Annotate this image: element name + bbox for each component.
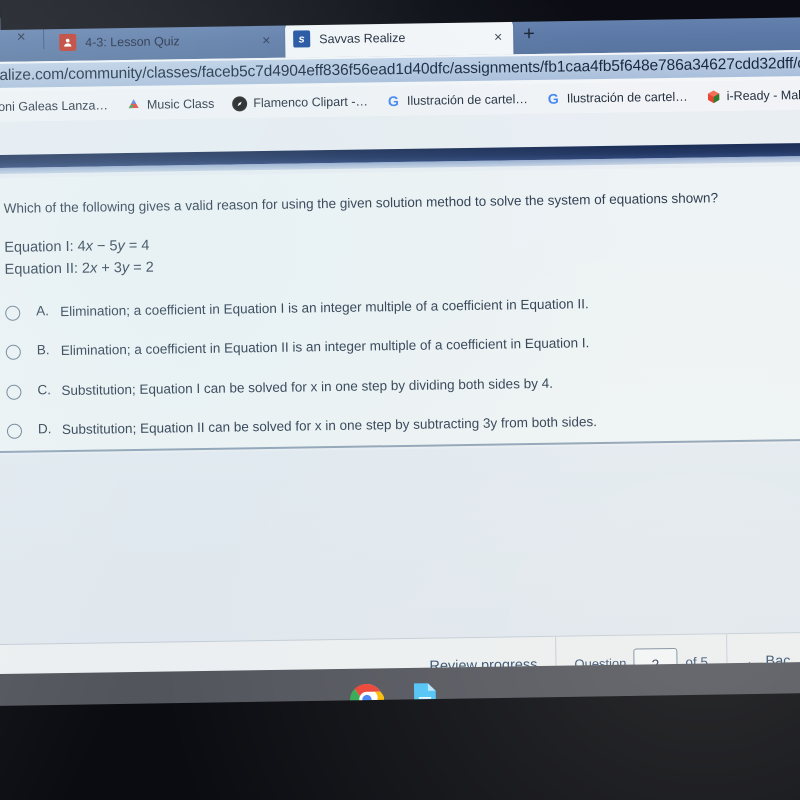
google-g-icon: G: [387, 93, 399, 110]
answer-choice-c[interactable]: C. Substitution; Equation I can be solve…: [6, 371, 774, 400]
answer-choice-a[interactable]: A. Elimination; a coefficient in Equatio…: [5, 292, 773, 321]
answer-choice-b[interactable]: B. Elimination; a coefficient in Equatio…: [5, 332, 774, 361]
choice-text: Elimination; a coefficient in Equation I…: [60, 295, 589, 319]
savvas-realize-page: Which of the following gives a valid rea…: [0, 109, 800, 719]
bookmark-item[interactable]: i-Ready - Make a Te…: [697, 87, 800, 104]
close-icon[interactable]: ×: [259, 31, 273, 47]
choice-letter: B.: [36, 342, 50, 358]
bookmark-label: Music Class: [146, 96, 215, 112]
radio-button[interactable]: [6, 384, 22, 400]
constant: 4: [141, 237, 150, 255]
radio-button[interactable]: [5, 344, 21, 361]
browser-tab-title: 4-3: Lesson Quiz: [85, 33, 180, 50]
chromebook-screen: × 4-3: Lesson Quiz × s Savvas Realize × …: [0, 5, 800, 719]
screen-bezel-bottom: [0, 692, 800, 800]
question-stem: Which of the following gives a valid rea…: [3, 190, 719, 216]
bookmark-item[interactable]: Music Class: [117, 96, 224, 113]
constant: 2: [145, 259, 154, 276]
google-drive-icon: [126, 97, 141, 112]
choice-text: Substitution; Equation II can be solved …: [61, 414, 598, 438]
bookmark-label: oni Galeas Lanza…: [0, 98, 109, 114]
photo-of-chromebook-screen: × 4-3: Lesson Quiz × s Savvas Realize × …: [0, 0, 800, 800]
choice-letter: D.: [37, 421, 52, 437]
choice-text: Substitution; Equation I can be solved f…: [61, 375, 554, 398]
bookmark-label: Ilustración de cartel…: [566, 89, 688, 106]
answer-choice-list: A. Elimination; a coefficient in Equatio…: [5, 292, 775, 440]
operator: +: [97, 260, 114, 277]
bookmark-item[interactable]: Flamenco Clipart -…: [223, 94, 377, 111]
bookmark-item[interactable]: G Ilustración de cartel…: [377, 91, 537, 110]
choice-text: Elimination; a coefficient in Equation I…: [60, 335, 590, 359]
quiz-person-icon: [59, 33, 77, 52]
safari-compass-icon: [232, 95, 248, 111]
bookmark-label: Flamenco Clipart -…: [253, 94, 369, 111]
bookmark-label: i-Ready - Make a Te…: [726, 87, 800, 104]
equation-label: Equation I:: [4, 239, 74, 257]
close-icon[interactable]: ×: [491, 28, 505, 44]
question-card: Which of the following gives a valid rea…: [0, 166, 800, 454]
bookmark-item[interactable]: oni Galeas Lanza…: [0, 98, 117, 115]
choice-letter: C.: [37, 382, 51, 398]
choice-letter: A.: [36, 302, 50, 319]
equals-sign: =: [124, 238, 142, 255]
new-tab-button[interactable]: +: [523, 23, 535, 45]
equation-label: Equation II:: [4, 260, 79, 278]
answer-choice-d[interactable]: D. Substitution; Equation II can be solv…: [6, 411, 775, 440]
savvas-s-icon: s: [293, 30, 311, 48]
operator: −: [92, 238, 110, 255]
equals-sign: =: [129, 259, 146, 277]
bookmark-item[interactable]: G Ilustración de cartel…: [537, 89, 697, 107]
bookmark-label: Ilustración de cartel…: [406, 92, 528, 108]
offscreen-tab-close-icon[interactable]: ×: [13, 29, 29, 46]
radio-button[interactable]: [5, 305, 21, 321]
tab-divider: [42, 27, 45, 50]
i-ready-icon: [706, 89, 721, 104]
radio-button[interactable]: [6, 424, 23, 440]
browser-tab-title: Savvas Realize: [319, 30, 406, 46]
google-g-icon: G: [547, 90, 559, 107]
